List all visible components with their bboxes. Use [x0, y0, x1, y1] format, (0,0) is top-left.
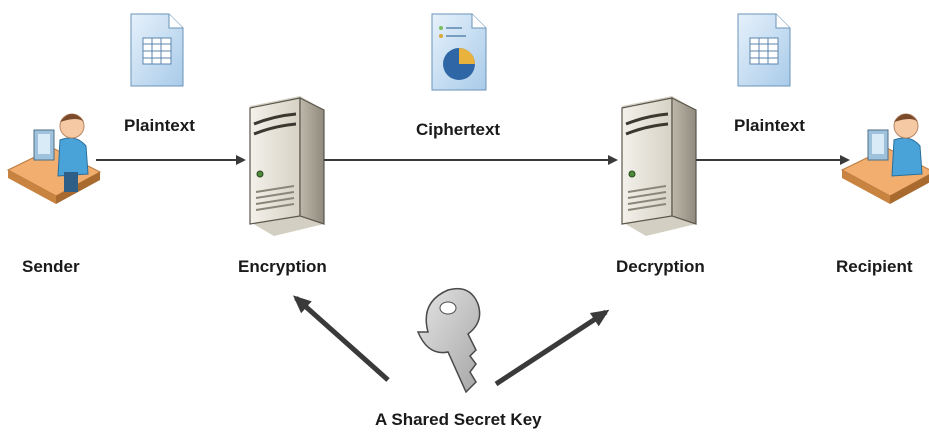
recipient-label: Recipient: [836, 257, 913, 276]
diagram-canvas: [6, 13, 929, 394]
arrow-key-to-decryption: [494, 309, 610, 387]
decryption-server-icon: [621, 96, 697, 236]
plaintext-document-icon-right: [737, 13, 791, 87]
encryption-server-icon: [249, 96, 325, 236]
ciphertext-document-icon: [431, 13, 487, 91]
plaintext-document-icon-left: [130, 13, 184, 87]
plaintext-label-right: Plaintext: [734, 116, 805, 135]
recipient-person-icon: [840, 113, 929, 204]
sender-label: Sender: [22, 257, 80, 276]
arrow-key-to-encryption: [293, 295, 390, 382]
encryption-diagram: Plaintext Ciphertext Plaintext Sender En…: [0, 0, 929, 437]
encryption-label: Encryption: [238, 257, 327, 276]
sender-person-icon: [6, 113, 102, 204]
decryption-label: Decryption: [616, 257, 705, 276]
shared-key-label: A Shared Secret Key: [375, 410, 542, 429]
plaintext-label-left: Plaintext: [124, 116, 195, 135]
ciphertext-label: Ciphertext: [416, 120, 501, 139]
key-icon: [416, 287, 481, 394]
